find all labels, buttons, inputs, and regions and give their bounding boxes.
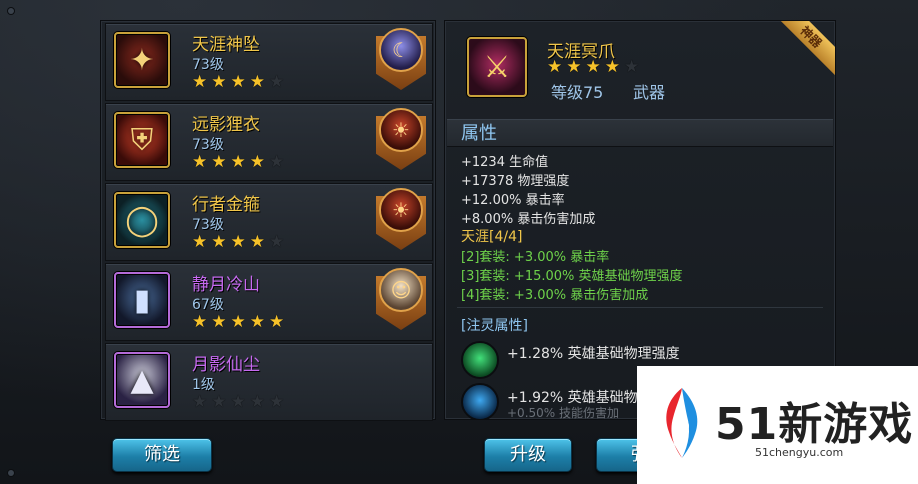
star-icon: ★ (249, 152, 265, 172)
set-title: 天涯[4/4] (461, 229, 523, 245)
green-orb-icon (461, 341, 499, 379)
star-rating: ★ ★ ★ ★ ★ (192, 74, 284, 91)
pendant-icon: ✦ (114, 32, 170, 88)
star-icon: ★ (192, 232, 208, 252)
star-icon: ★ (604, 57, 620, 77)
star-icon: ★ (269, 312, 285, 332)
attribute-line: +1234 生命值 (461, 155, 549, 170)
blue-orb-icon (461, 383, 499, 419)
equipped-hero-badge[interactable]: ☾ (376, 28, 426, 90)
equipment-name: 月影仙尘 (192, 355, 260, 375)
star-icon: ★ (547, 57, 563, 77)
equipment-level: 等级75 (551, 83, 604, 102)
star-empty-icon: ★ (624, 57, 640, 77)
equipment-level: 73级 (192, 217, 224, 233)
hero-portrait-icon: ☺ (379, 268, 423, 312)
rivet (8, 470, 14, 476)
attribute-line: +17378 物理强度 (461, 174, 570, 189)
equipment-level: 73级 (192, 137, 224, 153)
set-bonus-line: [2]套装: +3.00% 暴击率 (461, 250, 610, 265)
star-empty-icon: ★ (211, 392, 227, 412)
rivet (8, 8, 14, 14)
watermark-url: 51chengyu.com (755, 446, 844, 459)
star-icon: ★ (230, 152, 246, 172)
attributes-header: 属性 (447, 119, 833, 147)
equipment-item[interactable]: ▲ 月影仙尘 1级 ★ ★ ★ ★ ★ (105, 343, 433, 421)
equipment-name: 静月冷山 (192, 275, 260, 295)
attribute-line: +12.00% 暴击率 (461, 193, 565, 208)
site-logo-icon (666, 388, 698, 458)
equipped-hero-badge[interactable]: ☀ (376, 108, 426, 170)
star-icon: ★ (230, 312, 246, 332)
equipment-level: 1级 (192, 377, 215, 393)
equipment-detail-panel: 神器 ⚔ 天涯冥爪 ★ ★ ★ ★ ★ 等级75 武器 属性 +1234 生命值 +17… (444, 20, 836, 420)
star-empty-icon: ★ (192, 392, 208, 412)
star-rating: ★ ★ ★ ★ ★ (192, 154, 284, 171)
site-watermark: 51新游戏 51chengyu.com (637, 366, 918, 484)
star-icon: ★ (192, 152, 208, 172)
hero-portrait-icon: ☀ (379, 108, 423, 152)
star-rating: ★ ★ ★ ★ ★ (192, 234, 284, 251)
armor-icon: ⛨ (114, 112, 170, 168)
star-rating: ★ ★ ★ ★ ★ (547, 59, 639, 76)
spirit-attributes-title: [注灵属性] (461, 318, 528, 334)
star-icon: ★ (211, 312, 227, 332)
headband-icon: ◯ (114, 192, 170, 248)
equipment-item[interactable]: ▮ 静月冷山 67级 ★ ★ ★ ★ ★ ☺ (105, 263, 433, 341)
star-empty-icon: ★ (269, 152, 285, 172)
spirit-attribute-line: +0.50% 技能伤害加 (507, 406, 619, 420)
equipped-hero-badge[interactable]: ☀ (376, 188, 426, 250)
star-icon: ★ (192, 72, 208, 92)
star-rating: ★ ★ ★ ★ ★ (192, 314, 284, 331)
equipment-type: 武器 (633, 83, 666, 102)
star-empty-icon: ★ (269, 392, 285, 412)
divider (457, 307, 823, 308)
star-icon: ★ (211, 152, 227, 172)
set-bonus-line: [3]套装: +15.00% 英雄基础物理强度 (461, 269, 683, 284)
star-icon: ★ (585, 57, 601, 77)
boots-icon: ▮ (114, 272, 170, 328)
artifact-badge: 神器 (771, 21, 835, 77)
star-empty-icon: ★ (269, 72, 285, 92)
equipped-hero-badge[interactable]: ☺ (376, 268, 426, 330)
equipment-item[interactable]: ◯ 行者金箍 73级 ★ ★ ★ ★ ★ ☀ (105, 183, 433, 261)
star-icon: ★ (230, 232, 246, 252)
equipment-name: 行者金箍 (192, 195, 260, 215)
equipment-name: 天涯神坠 (192, 35, 260, 55)
star-icon: ★ (566, 57, 582, 77)
filter-button[interactable]: 筛选 (112, 438, 212, 472)
spirit-attribute-line: +1.28% 英雄基础物理强度 (507, 346, 680, 362)
star-icon: ★ (249, 312, 265, 332)
hero-portrait-icon: ☾ (379, 28, 423, 72)
cloak-icon: ▲ (114, 352, 170, 408)
star-rating: ★ ★ ★ ★ ★ (192, 394, 284, 411)
attribute-line: +8.00% 暴击伤害加成 (461, 212, 596, 227)
equipment-list-panel: ✦ 天涯神坠 73级 ★ ★ ★ ★ ★ ☾ ⛨ 远影狸衣 73级 ★ ★ ★ ★ ★ ☀ ◯ … (100, 20, 436, 421)
equipment-level: 73级 (192, 57, 224, 73)
star-icon: ★ (211, 72, 227, 92)
star-empty-icon: ★ (230, 392, 246, 412)
equipment-name: 远影狸衣 (192, 115, 260, 135)
watermark-brand: 51新游戏 (715, 399, 914, 450)
star-icon: ★ (249, 72, 265, 92)
equipment-item[interactable]: ⛨ 远影狸衣 73级 ★ ★ ★ ★ ★ ☀ (105, 103, 433, 181)
equipment-item[interactable]: ✦ 天涯神坠 73级 ★ ★ ★ ★ ★ ☾ (105, 23, 433, 101)
claw-weapon-icon: ⚔ (467, 37, 527, 97)
set-bonus-line: [4]套装: +3.00% 暴击伤害加成 (461, 288, 649, 303)
star-icon: ★ (211, 232, 227, 252)
star-icon: ★ (230, 72, 246, 92)
star-icon: ★ (249, 232, 265, 252)
upgrade-button[interactable]: 升级 (484, 438, 572, 472)
equipment-level: 67级 (192, 297, 224, 313)
star-empty-icon: ★ (249, 392, 265, 412)
hero-portrait-icon: ☀ (379, 188, 423, 232)
star-empty-icon: ★ (269, 232, 285, 252)
star-icon: ★ (192, 312, 208, 332)
